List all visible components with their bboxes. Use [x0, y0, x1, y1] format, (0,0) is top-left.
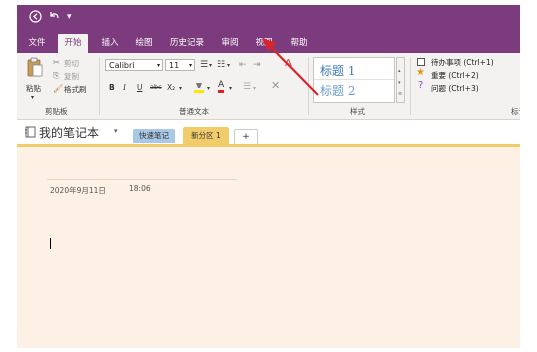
underline-button[interactable]: U: [137, 83, 143, 92]
decrease-indent-icon[interactable]: ⇤: [239, 60, 247, 70]
increase-indent-icon[interactable]: ⇥: [253, 60, 261, 70]
section-tab-new-section[interactable]: 新分区 1: [183, 127, 229, 144]
tab-help[interactable]: 帮助: [284, 36, 314, 53]
customize-toolbar-icon[interactable]: ▾: [67, 10, 72, 24]
clear-format-icon[interactable]: A: [285, 59, 292, 69]
title-bar: ▾: [17, 5, 520, 31]
tag-todo[interactable]: 待办事项 (Ctrl+1): [431, 57, 494, 68]
tag-question[interactable]: 问题 (Ctrl+3): [431, 83, 479, 94]
highlighter-icon[interactable]: [193, 81, 205, 97]
chevron-down-icon[interactable]: ▾: [209, 61, 212, 71]
tab-file[interactable]: 文件: [23, 36, 51, 53]
paste-icon[interactable]: [26, 57, 44, 82]
group-divider: [99, 57, 100, 115]
checkbox-icon: [417, 58, 425, 66]
chevron-down-icon: ▾: [188, 62, 192, 69]
font-name-value: Calibri: [109, 61, 135, 70]
bullets-icon[interactable]: ☰: [200, 60, 208, 70]
copy-icon: ⎘: [53, 71, 60, 80]
notebook-title[interactable]: 我的笔记本: [39, 124, 99, 141]
tab-view[interactable]: 视图: [249, 36, 279, 53]
strikethrough-button[interactable]: abc: [150, 83, 162, 91]
cut-button[interactable]: 剪切: [64, 58, 79, 69]
chevron-down-icon[interactable]: ▾: [207, 84, 210, 94]
bold-button[interactable]: B: [109, 83, 115, 92]
chevron-down-icon: ▾: [156, 62, 160, 69]
page-title-line: [47, 179, 237, 180]
undo-icon[interactable]: [48, 10, 60, 26]
chevron-down-icon[interactable]: ▾: [229, 84, 232, 94]
tab-draw[interactable]: 绘图: [129, 36, 159, 53]
styles-scrollbar[interactable]: ▴ ▾ ≡: [396, 57, 405, 103]
notebook-icon[interactable]: [24, 126, 36, 141]
question-icon: ?: [418, 80, 424, 91]
delete-icon[interactable]: ✕: [271, 80, 280, 91]
chevron-down-icon[interactable]: ▾: [114, 127, 118, 135]
group-divider: [308, 57, 309, 115]
styles-gallery[interactable]: 标题 1 标题 2: [313, 57, 395, 103]
chevron-down-icon[interactable]: ▾: [227, 61, 230, 71]
tags-group-label: 标记: [511, 107, 520, 116]
style-heading-1[interactable]: 标题 1: [320, 62, 355, 79]
basic-text-group-label: 普通文本: [179, 107, 209, 116]
more-styles-icon[interactable]: ≡: [398, 91, 402, 97]
scroll-up-icon[interactable]: ▴: [398, 68, 401, 74]
back-circle-icon[interactable]: [29, 10, 42, 27]
page-canvas[interactable]: 2020年9月11日 18:06: [17, 147, 520, 348]
font-size-select[interactable]: 11 ▾: [165, 59, 195, 71]
font-color-button[interactable]: A: [218, 81, 225, 93]
styles-group-label: 样式: [350, 107, 365, 116]
italic-button[interactable]: I: [123, 83, 126, 92]
font-name-select[interactable]: Calibri ▾: [105, 59, 163, 71]
style-heading-2[interactable]: 标题 2: [320, 82, 355, 99]
star-icon: ★: [416, 67, 425, 78]
tab-insert[interactable]: 插入: [95, 36, 125, 53]
scissors-icon: ✂: [53, 58, 60, 67]
font-size-value: 11: [169, 61, 180, 70]
tab-review[interactable]: 审阅: [215, 36, 245, 53]
chevron-down-icon[interactable]: ▾: [253, 84, 256, 94]
clipboard-group-label: 剪贴板: [45, 107, 68, 116]
numbering-icon[interactable]: ☷: [217, 60, 225, 70]
ribbon-tabs: 文件 开始 插入 绘图 历史记录 审阅 视图 帮助: [17, 31, 520, 53]
notebook-bar: 我的笔记本 ▾ 快速笔记 新分区 1 +: [17, 120, 520, 144]
chevron-down-icon[interactable]: ▾: [179, 84, 182, 94]
gallery-divider: [314, 79, 394, 80]
paste-button[interactable]: 粘贴: [26, 83, 41, 94]
format-painter-button[interactable]: 格式刷: [64, 84, 87, 95]
add-section-button[interactable]: +: [234, 129, 258, 144]
text-cursor: [50, 238, 51, 249]
align-icon[interactable]: ☰: [243, 82, 251, 92]
scroll-down-icon[interactable]: ▾: [398, 80, 401, 86]
chevron-down-icon[interactable]: ▾: [31, 94, 34, 101]
onenote-window: ▾ 文件 开始 插入 绘图 历史记录 审阅 视图 帮助 粘贴 ▾ ✂ 剪切 ⎘ …: [17, 5, 520, 348]
tab-history[interactable]: 历史记录: [165, 36, 209, 53]
section-tab-quick-notes[interactable]: 快速笔记: [133, 129, 175, 143]
page-date: 2020年9月11日: [50, 186, 106, 195]
subscript-button[interactable]: X₂: [167, 83, 175, 92]
tab-home[interactable]: 开始: [58, 34, 88, 53]
tag-important[interactable]: 重要 (Ctrl+2): [431, 70, 479, 81]
copy-button[interactable]: 复制: [64, 71, 79, 82]
ribbon: 粘贴 ▾ ✂ 剪切 ⎘ 复制 🖌 格式刷 剪贴板 Calibri ▾ 11 ▾ …: [17, 53, 520, 120]
format-painter-icon: 🖌: [53, 84, 64, 93]
group-divider: [410, 57, 411, 115]
page-time: 18:06: [129, 184, 151, 193]
